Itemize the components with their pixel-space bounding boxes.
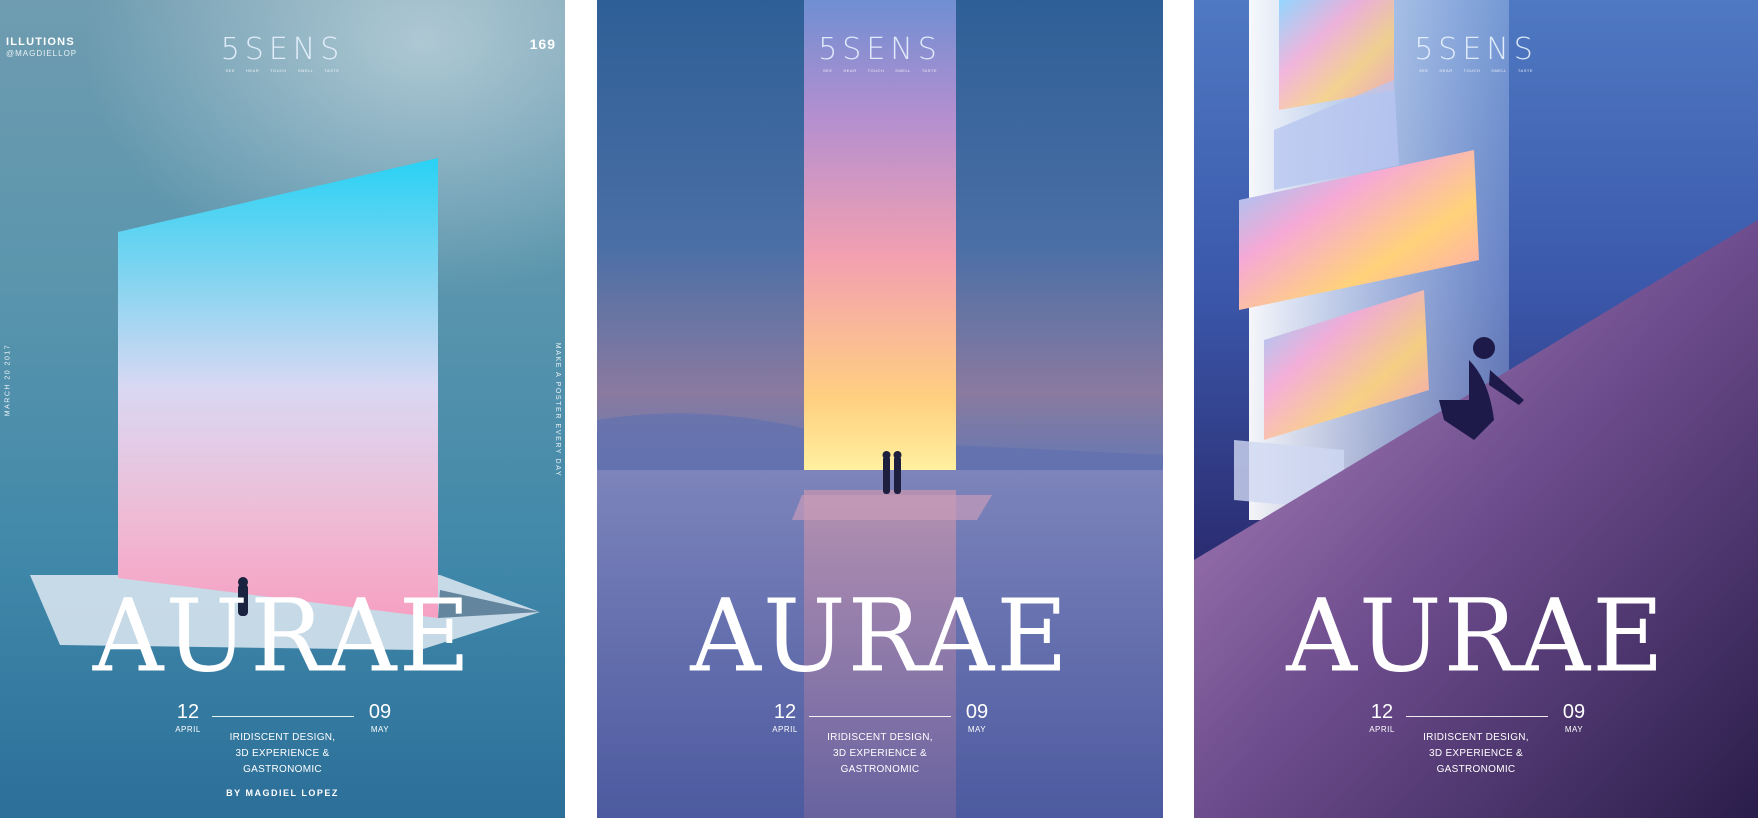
- description-line: IRIDISCENT DESIGN,: [229, 732, 336, 743]
- sense-hear: HEAR: [246, 68, 260, 73]
- sense-taste: TASTE: [1517, 68, 1533, 73]
- poster-2-artwork: [597, 0, 1163, 818]
- poster-title: AURAE: [92, 578, 473, 696]
- start-day: 12: [1370, 701, 1394, 723]
- person-silhouette: [894, 456, 901, 494]
- person-silhouette: [883, 456, 890, 494]
- side-date: MARCH 20 2017: [4, 343, 12, 417]
- sense-touch: TOUCH: [1463, 68, 1481, 73]
- side-tagline: MAKE A POSTER EVERY DAY: [553, 342, 561, 478]
- poster-prism-shards: 5SENS SEE HEAR TOUCH SMELL TASTE AURAE 1…: [1194, 0, 1758, 818]
- sense-hear: HEAR: [843, 68, 857, 73]
- brand-logo: 5SENS: [818, 32, 942, 67]
- end-day: 09: [965, 701, 989, 723]
- brand-header: 5SENS SEE HEAR TOUCH SMELL TASTE: [0, 32, 565, 73]
- brand-header: 5SENS SEE HEAR TOUCH SMELL TASTE: [1194, 32, 1758, 73]
- brand-logo: 5SENS: [220, 32, 345, 67]
- event-description: IRIDISCENT DESIGN, 3D EXPERIENCE & GASTR…: [1194, 730, 1758, 778]
- author-byline: BY MAGDIEL LOPEZ: [226, 788, 339, 798]
- description-line: 3D EXPERIENCE &: [235, 748, 330, 759]
- description-line: IRIDISCENT DESIGN,: [827, 732, 933, 743]
- sense-see: SEE: [822, 68, 833, 73]
- start-day: 12: [773, 701, 797, 723]
- sense-hear: HEAR: [1439, 68, 1453, 73]
- brand-logo: 5SENS: [1414, 32, 1538, 67]
- description-line: IRIDISCENT DESIGN,: [1423, 732, 1529, 743]
- description-line: GASTRONOMIC: [840, 764, 920, 775]
- end-day: 09: [368, 701, 392, 723]
- event-description: IRIDISCENT DESIGN, 3D EXPERIENCE & GASTR…: [0, 730, 565, 778]
- end-day: 09: [1562, 701, 1586, 723]
- poster-sunset-pillar: 5SENS SEE HEAR TOUCH SMELL TASTE AURAE 1…: [597, 0, 1163, 818]
- senses-list: SEE HEAR TOUCH SMELL TASTE: [597, 68, 1163, 73]
- description-line: 3D EXPERIENCE &: [833, 748, 927, 759]
- brand-header: 5SENS SEE HEAR TOUCH SMELL TASTE: [597, 32, 1163, 73]
- poster-title: AURAE: [1286, 578, 1666, 696]
- sense-taste: TASTE: [324, 68, 340, 73]
- person-silhouette: [1473, 337, 1495, 359]
- description-line: 3D EXPERIENCE &: [1429, 748, 1523, 759]
- senses-list: SEE HEAR TOUCH SMELL TASTE: [1194, 68, 1758, 73]
- sense-touch: TOUCH: [270, 68, 287, 73]
- description-line: GASTRONOMIC: [243, 764, 322, 775]
- senses-list: SEE HEAR TOUCH SMELL TASTE: [0, 68, 565, 73]
- poster-3-artwork: [1194, 0, 1758, 818]
- sense-touch: TOUCH: [867, 68, 885, 73]
- date-divider: [212, 716, 354, 717]
- event-description: IRIDISCENT DESIGN, 3D EXPERIENCE & GASTR…: [597, 730, 1163, 778]
- poster-title: AURAE: [690, 578, 1070, 696]
- date-divider: [809, 716, 951, 717]
- sense-see: SEE: [1418, 68, 1429, 73]
- portal-wall: [118, 158, 438, 618]
- sense-smell: SMELL: [1491, 68, 1507, 73]
- poster-1-artwork: [0, 0, 565, 650]
- sense-smell: SMELL: [297, 68, 314, 73]
- sense-taste: TASTE: [921, 68, 937, 73]
- sense-see: SEE: [225, 68, 235, 73]
- poster-blue-portal: ILLUTIONS @MAGDIELLOP 169 MARCH 20 2017 …: [0, 0, 565, 818]
- sense-smell: SMELL: [895, 68, 911, 73]
- description-line: GASTRONOMIC: [1436, 764, 1516, 775]
- start-day: 12: [176, 701, 200, 723]
- date-divider: [1406, 716, 1548, 717]
